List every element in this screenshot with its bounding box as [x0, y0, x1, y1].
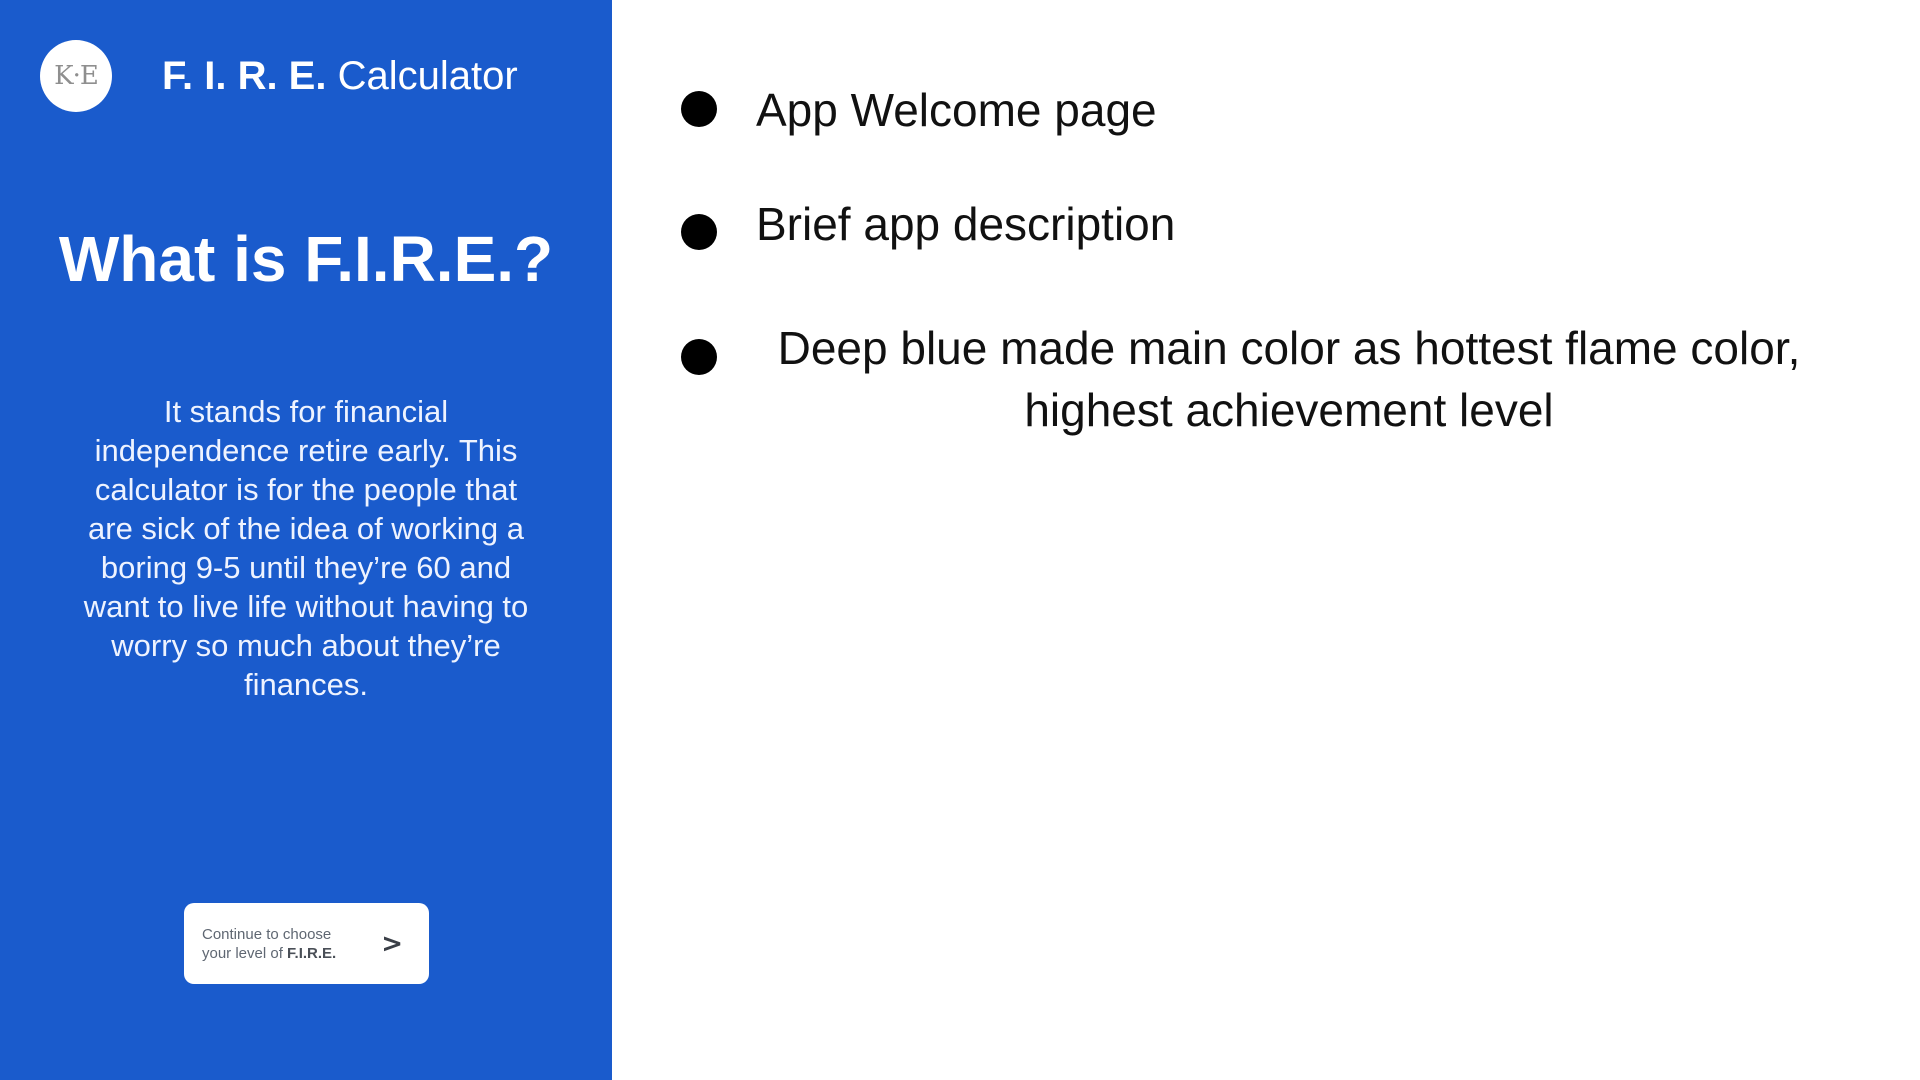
note-item-3: Deep blue made main color as hottest fla… — [777, 322, 1801, 436]
note-item-1: App Welcome page — [756, 84, 1157, 136]
bullet-dot-icon — [681, 214, 717, 250]
slide: K·E F. I. R. E. Calculator What is F.I.R… — [0, 0, 1920, 1080]
note-item-2: Brief app description — [756, 198, 1176, 250]
design-notes: App Welcome page Brief app description D… — [0, 0, 1920, 1080]
bullet-dot-icon — [681, 91, 717, 127]
bullet-dot-icon — [681, 339, 717, 375]
